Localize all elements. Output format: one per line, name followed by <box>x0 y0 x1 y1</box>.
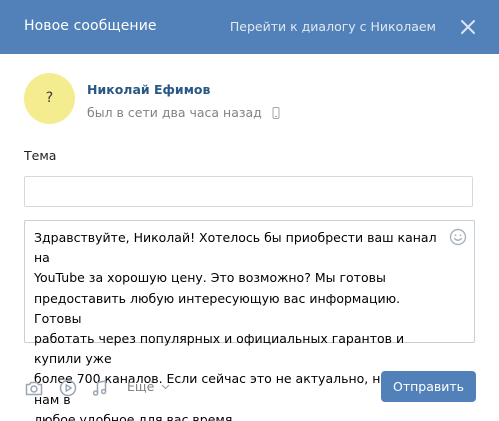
close-icon[interactable] <box>459 18 477 36</box>
recipient-name[interactable]: Николай Ефимов <box>87 82 210 97</box>
camera-icon[interactable] <box>24 378 44 398</box>
emoji-icon[interactable] <box>449 228 467 246</box>
mobile-phone-icon <box>272 107 280 119</box>
recipient-status: был в сети два часа назад <box>87 105 280 120</box>
go-to-dialog-link[interactable]: Перейти к диалогу с Николаем <box>230 19 436 34</box>
dialog-header: Новое сообщение Перейти к диалогу с Нико… <box>0 0 499 54</box>
more-attachments-label: Ещё <box>127 379 155 394</box>
recipient-status-text: был в сети два часа назад <box>87 105 262 120</box>
chevron-down-icon <box>161 384 170 390</box>
send-button[interactable]: Отправить <box>381 371 476 402</box>
music-icon[interactable] <box>90 378 110 398</box>
subject-label: Тема <box>24 148 57 163</box>
video-icon[interactable] <box>58 378 78 398</box>
message-textarea[interactable]: Здравствуйте, Николай! Хотелось бы приоб… <box>24 220 475 421</box>
avatar[interactable]: ? <box>24 73 75 124</box>
new-message-dialog: Новое сообщение Перейти к диалогу с Нико… <box>0 0 499 421</box>
dialog-title: Новое сообщение <box>24 18 157 34</box>
subject-input[interactable] <box>24 176 473 207</box>
more-attachments-button[interactable]: Ещё <box>127 379 170 394</box>
recipient-block: ? Николай Ефимов был в сети два часа наз… <box>24 73 464 129</box>
